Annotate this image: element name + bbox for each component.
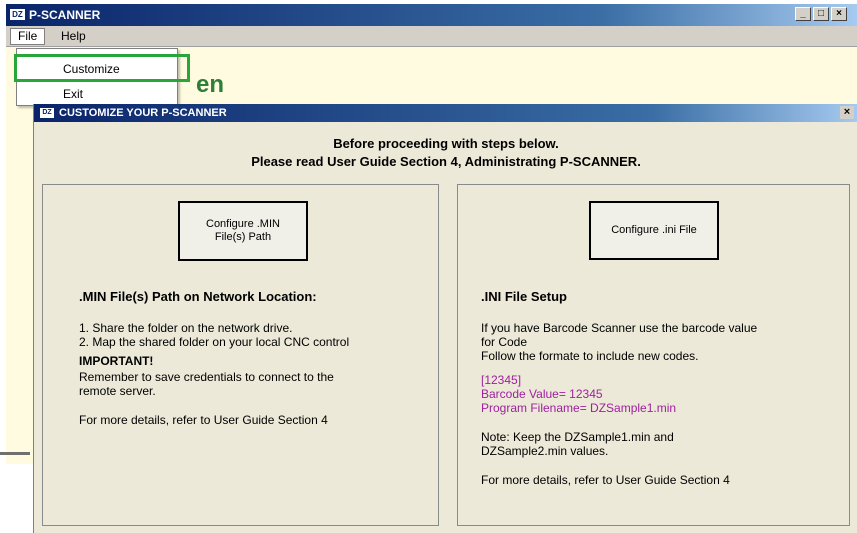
dialog-logo-icon: DZ bbox=[40, 108, 54, 118]
ini-text-line-3: Follow the formate to include new codes. bbox=[481, 349, 699, 363]
dialog-title: CUSTOMIZE YOUR P-SCANNER bbox=[59, 107, 227, 119]
menu-item-exit[interactable]: Exit bbox=[63, 87, 83, 101]
window-title: P-SCANNER bbox=[29, 8, 101, 22]
configure-ini-file-button[interactable]: Configure .ini File bbox=[589, 201, 719, 260]
min-path-panel: Configure .MIN File(s) Path .MIN File(s)… bbox=[42, 184, 439, 526]
ini-panel-heading: .INI File Setup bbox=[481, 289, 567, 304]
menu-file[interactable]: File bbox=[10, 28, 46, 45]
ini-text-line-2: for Code bbox=[481, 335, 528, 349]
file-menu-dropdown: Customize Exit bbox=[16, 48, 178, 106]
configure-min-button-label: Configure .MIN File(s) Path bbox=[206, 218, 280, 244]
dialog-title-bar[interactable]: DZ CUSTOMIZE YOUR P-SCANNER × bbox=[34, 104, 857, 122]
min-more-details: For more details, refer to User Guide Se… bbox=[79, 413, 328, 427]
intro-line-1: Before proceeding with steps below. bbox=[333, 136, 559, 151]
menu-help[interactable]: Help bbox=[54, 29, 93, 44]
important-label: IMPORTANT! bbox=[79, 354, 154, 368]
close-button[interactable]: × bbox=[831, 7, 847, 21]
configure-ini-button-label: Configure .ini File bbox=[611, 224, 697, 236]
minimize-button[interactable]: _ bbox=[795, 7, 811, 21]
configure-min-path-button[interactable]: Configure .MIN File(s) Path bbox=[178, 201, 308, 261]
main-title-bar[interactable]: DZ P-SCANNER _ □ × bbox=[6, 4, 857, 26]
configure-min-label-line1: Configure .MIN bbox=[206, 218, 280, 230]
ini-more-details: For more details, refer to User Guide Se… bbox=[481, 473, 730, 487]
window-controls: _ □ × bbox=[795, 7, 847, 21]
min-step-2: 2. Map the shared folder on your local C… bbox=[79, 335, 350, 349]
ini-text-line-1: If you have Barcode Scanner use the barc… bbox=[481, 321, 758, 335]
ini-note-line-2: DZSample2.min values. bbox=[481, 444, 609, 458]
min-panel-heading: .MIN File(s) Path on Network Location: bbox=[79, 289, 317, 304]
ini-example-filename: Program Filename= DZSample1.min bbox=[481, 401, 677, 415]
customize-dialog: DZ CUSTOMIZE YOUR P-SCANNER × Before pro… bbox=[33, 104, 857, 533]
configure-min-label-line2: File(s) Path bbox=[214, 231, 272, 243]
important-line-1: Remember to save credentials to connect … bbox=[79, 370, 334, 384]
app-logo-icon: DZ bbox=[10, 9, 25, 20]
ini-example-code: [12345] bbox=[481, 373, 522, 387]
min-step-1: 1. Share the folder on the network drive… bbox=[79, 321, 293, 335]
ini-example-barcode: Barcode Value= 12345 bbox=[481, 387, 603, 401]
important-line-2: remote server. bbox=[79, 384, 156, 398]
divider bbox=[0, 452, 30, 455]
menubar: File Help bbox=[6, 26, 857, 47]
ini-note-line-1: Note: Keep the DZSample1.min and bbox=[481, 430, 674, 444]
ini-file-panel: Configure .ini File .INI File Setup If y… bbox=[457, 184, 850, 526]
menu-item-customize[interactable]: Customize bbox=[63, 62, 120, 76]
background-heading: en bbox=[196, 71, 225, 98]
maximize-button[interactable]: □ bbox=[813, 7, 829, 21]
intro-line-2: Please read User Guide Section 4, Admini… bbox=[251, 154, 641, 169]
dialog-close-button[interactable]: × bbox=[840, 106, 854, 119]
